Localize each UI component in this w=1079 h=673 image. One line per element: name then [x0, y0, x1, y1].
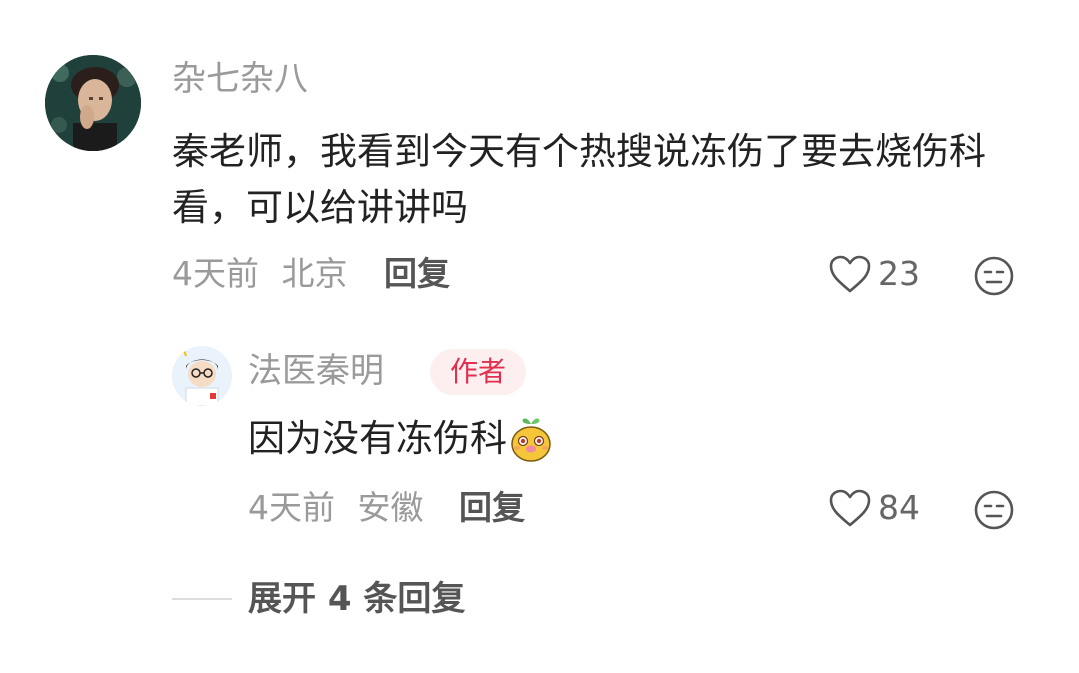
author-avatar[interactable] [172, 346, 232, 406]
reply-time: 4天前 [248, 488, 335, 527]
expand-replies-button[interactable]: 展开 4 条回复 [248, 576, 465, 622]
expand-divider [172, 598, 232, 600]
comment-location: 北京 [281, 254, 348, 293]
reply-text-row: 因为没有冻伤科 [248, 412, 553, 466]
commenter-username[interactable]: 杂七杂八 [172, 57, 308, 101]
meh-face-icon [974, 256, 1014, 296]
reply-like-button[interactable]: 84 [828, 486, 920, 530]
comment-text: 秦老师，我看到今天有个热搜说冻伤了要去烧伤科看，可以给讲讲吗 [172, 130, 986, 229]
like-button[interactable]: 23 [828, 252, 920, 296]
cute-sprout-emoji-icon [509, 414, 553, 464]
like-count: 23 [878, 254, 920, 293]
meh-face-icon [974, 490, 1014, 530]
comment-time: 4天前 [172, 254, 259, 293]
reply-location: 安徽 [357, 488, 424, 527]
dislike-button[interactable] [972, 254, 1016, 302]
cartoon-doctor-avatar-image [172, 346, 232, 406]
author-username[interactable]: 法医秦明 [248, 348, 384, 394]
reply-text: 因为没有冻伤科 [248, 417, 507, 460]
commenter-avatar[interactable] [45, 55, 141, 151]
author-badge: 作者 [430, 349, 527, 395]
reply-like-count: 84 [878, 488, 920, 527]
reply-meta: 4天前 安徽 [248, 486, 424, 530]
reply-button[interactable]: 回复 [384, 252, 450, 296]
avatar-portrait-image [45, 55, 141, 151]
heart-outline-icon [829, 255, 871, 293]
reply-to-reply-button[interactable]: 回复 [459, 486, 525, 530]
comment-meta: 4天前 北京 [172, 252, 348, 296]
reply-dislike-button[interactable] [972, 488, 1016, 536]
heart-outline-icon [829, 489, 871, 527]
